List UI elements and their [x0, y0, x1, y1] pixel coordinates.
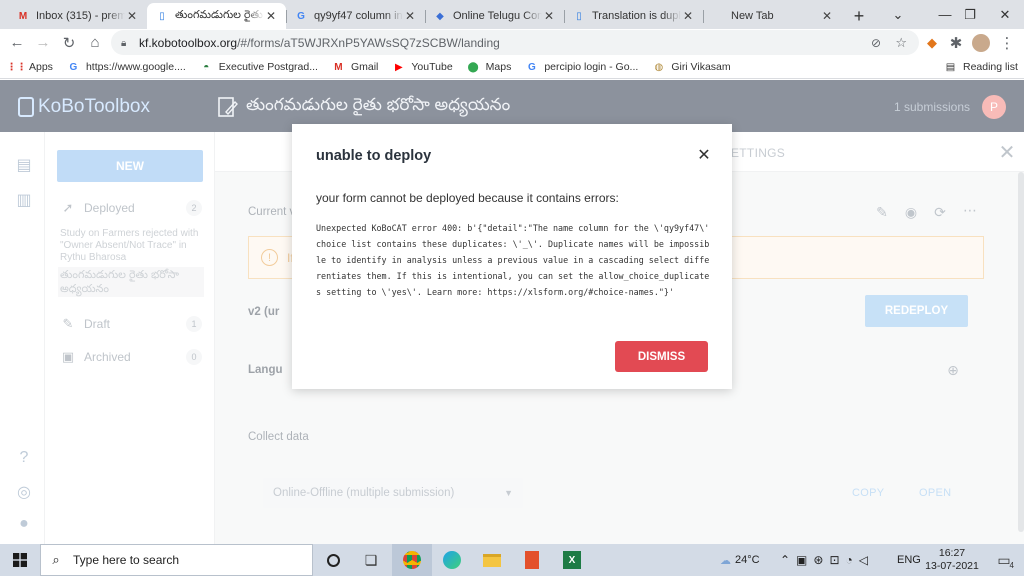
browser-tab[interactable]: New Tab ✕ [703, 3, 842, 29]
tab-favicon-icon: G [297, 10, 305, 22]
tab-search-icon[interactable]: ⌄ [878, 0, 918, 29]
dialog-title: unable to deploy [316, 148, 432, 164]
gmail-icon: M [334, 61, 343, 73]
weather-icon: ☁ [720, 554, 731, 567]
tab-close-icon[interactable]: ✕ [681, 9, 695, 23]
address-toolbar: ← → ↻ ⌂ 🔒︎ kf.kobotoolbox.org /#/forms/a… [0, 29, 1024, 56]
url-bar[interactable]: 🔒︎ kf.kobotoolbox.org /#/forms/aT5WJRXnP… [111, 30, 919, 55]
tab-favicon-icon: M [18, 10, 28, 22]
windows-start-icon[interactable] [0, 544, 40, 576]
reading-list-icon: ▤ [945, 61, 956, 73]
browser-tab[interactable]: M Inbox (315) - premtej@...✕ [8, 3, 147, 29]
bookmark-item[interactable]: ◍ Giri Vikasam [652, 61, 730, 74]
back-button[interactable]: ← [4, 30, 30, 56]
bookmark-item[interactable]: ⬤ Maps [467, 61, 512, 74]
error-message: Unexpected KoBoCAT error 400: b'{"detail… [316, 223, 715, 297]
emblem-icon: ◓ [203, 61, 210, 73]
bookmark-item[interactable]: Ghttps://www.google.... [67, 61, 186, 74]
browser-tab[interactable]: ▯ తుంగమడుగుల రైతు ✕ [147, 3, 286, 29]
google-icon: G [69, 61, 78, 73]
eye-slash-icon[interactable]: ⊘ [871, 36, 881, 50]
tab-close-icon[interactable]: ✕ [820, 9, 834, 23]
profile-avatar[interactable] [968, 30, 994, 56]
error-dialog: unable to deploy ✕ your form cannot be d… [292, 124, 732, 389]
youtube-icon: ▶ [395, 61, 403, 73]
star-icon[interactable]: ☆ [895, 35, 907, 51]
tab-title: New Tab [731, 10, 774, 22]
file-explorer-icon[interactable] [472, 544, 512, 576]
extensions-icon[interactable]: ✱ [943, 30, 969, 56]
google-icon: G [527, 61, 536, 73]
menu-icon[interactable]: ⋮ [994, 30, 1020, 56]
bookmark-item[interactable]: M Gmail [332, 61, 378, 74]
dismiss-button[interactable]: DISMISS [615, 341, 708, 372]
close-window-button[interactable]: ✕ [985, 0, 1024, 29]
home-button[interactable]: ⌂ [82, 30, 108, 56]
bookmark-item[interactable]: ⋮⋮ Apps [6, 61, 53, 74]
tab-close-icon[interactable]: ✕ [125, 9, 139, 23]
tab-close-icon[interactable]: ✕ [403, 9, 417, 23]
language-indicator[interactable]: ENG [897, 544, 921, 576]
task-view-icon[interactable]: ❏ [351, 544, 391, 576]
clock[interactable]: 16:27 13-07-2021 [922, 547, 982, 573]
excel-icon[interactable]: X [552, 544, 592, 576]
restore-button[interactable]: ❐ [950, 0, 990, 29]
tab-favicon-icon: ▯ [576, 10, 582, 22]
url-path: /#/forms/aT5WJRXnP5YAWsSQ7zSCBW/landing [237, 35, 500, 50]
browser-tab[interactable]: ◆ Online Telugu Converter✕ [425, 3, 564, 29]
tab-title: Translation is duplicated [592, 10, 681, 22]
browser-tab-strip: MInbox (315) - premtej@...✕▯తుంగమడుగుల ర… [0, 0, 1024, 29]
office-icon[interactable] [512, 544, 552, 576]
weather-widget[interactable]: ☁ 24°C [720, 544, 760, 576]
taskbar-search[interactable]: ⌕ Type here to search [40, 544, 313, 576]
browser-tab[interactable]: ▯ Translation is duplicated✕ [564, 3, 703, 29]
browser-tab[interactable]: Gqy9yf47 column in kobo✕ [286, 3, 425, 29]
bookmarks-bar: ⋮⋮ Apps Ghttps://www.google.... ◓ Executive … [0, 56, 1024, 79]
url-host: kf.kobotoolbox.org [139, 35, 238, 50]
dialog-subtitle: your form cannot be deployed because it … [316, 191, 619, 205]
chrome-icon[interactable] [392, 544, 432, 576]
reading-list[interactable]: ▤ Reading list [944, 61, 1018, 74]
tab-favicon-icon: ◆ [436, 10, 444, 22]
bookmark-item[interactable]: Gpercipio login - Go... [525, 61, 638, 74]
tab-close-icon[interactable]: ✕ [264, 9, 278, 23]
system-tray-icons[interactable]: ⌃▣⊛⊡◔◁ [780, 544, 874, 576]
edge-icon[interactable] [432, 544, 472, 576]
maps-icon: ⬤ [467, 61, 479, 73]
reload-button[interactable]: ↻ [56, 30, 82, 56]
bookmark-item[interactable]: ▶ YouTube [392, 61, 453, 74]
metamask-icon[interactable]: ◆ [919, 30, 945, 56]
lock-icon: 🔒︎ [121, 37, 127, 49]
notification-icon[interactable]: ▭ 4 [984, 544, 1024, 576]
bookmark-item[interactable]: ◓ Executive Postgrad... [200, 61, 318, 74]
globe-icon: ◍ [654, 61, 664, 73]
tab-title: Online Telugu Converter [453, 10, 542, 22]
forward-button[interactable]: → [30, 30, 56, 56]
tab-title: Inbox (315) - premtej@... [36, 10, 125, 22]
new-tab-button[interactable]: + [846, 3, 872, 29]
tab-title: తుంగమడుగుల రైతు [175, 8, 263, 21]
dialog-close-icon[interactable]: ✕ [693, 144, 715, 166]
cortana-icon[interactable] [313, 544, 353, 576]
windows-taskbar: ⌕ Type here to search ❏ X ☁ 24°C ⌃▣⊛⊡◔◁ … [0, 544, 1024, 576]
search-icon: ⌕ [52, 552, 60, 567]
tab-close-icon[interactable]: ✕ [542, 9, 556, 23]
grid-icon: ⋮⋮ [6, 61, 27, 73]
tab-favicon-icon [711, 9, 725, 23]
tab-title: qy9yf47 column in kobo [314, 10, 403, 22]
tab-favicon-icon: ▯ [159, 10, 165, 22]
